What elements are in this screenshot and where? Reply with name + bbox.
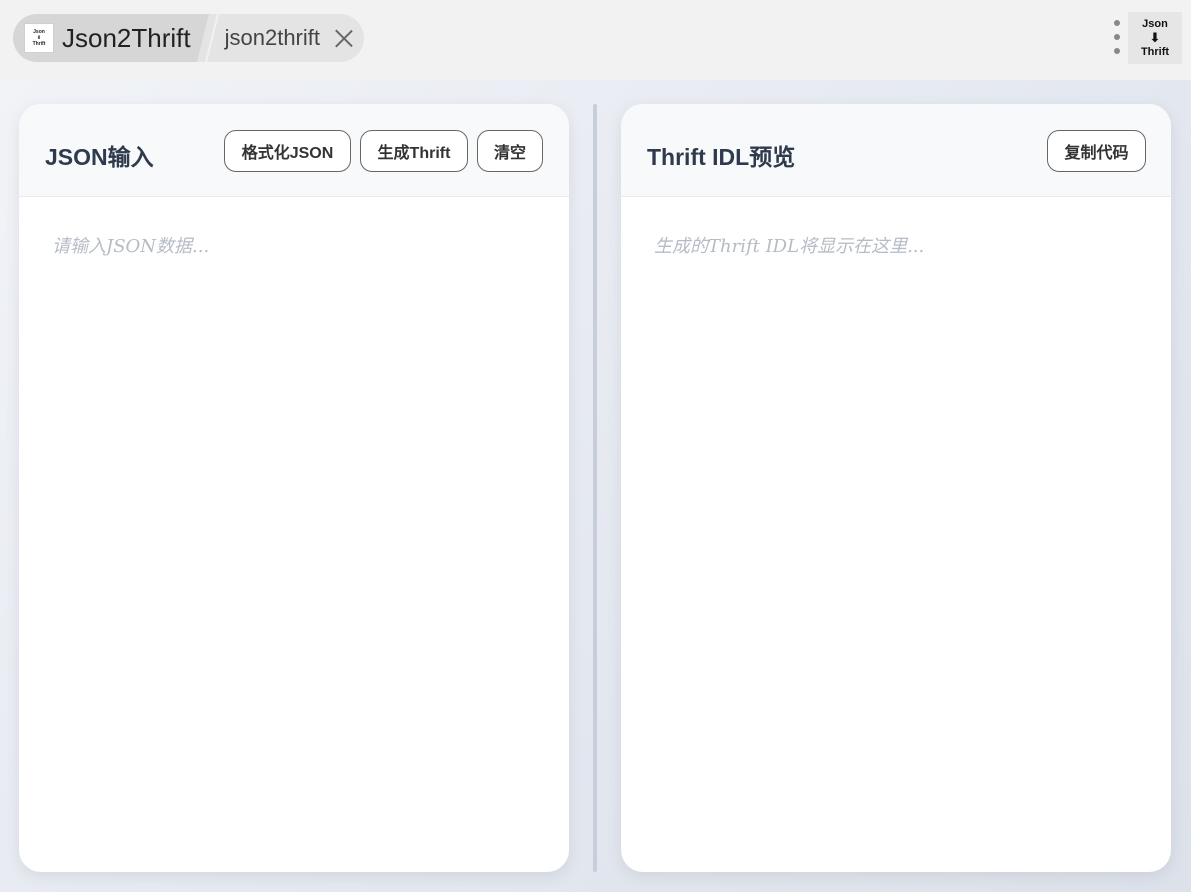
json-input-editor[interactable]: 请输入JSON数据...	[52, 232, 209, 258]
more-vertical-icon[interactable]	[1110, 20, 1124, 54]
close-icon[interactable]	[334, 28, 354, 48]
app-icon: Json ⬇ Thrift	[24, 23, 54, 53]
thrift-preview-output[interactable]: 生成的Thrift IDL将显示在这里...	[654, 232, 924, 258]
panel-header: JSON输入 格式化JSON 生成Thrift 清空	[19, 104, 569, 197]
arrow-down-icon: ⬇	[1149, 30, 1161, 45]
thrift-preview-panel: Thrift IDL预览 复制代码 生成的Thrift IDL将显示在这里...	[621, 104, 1171, 872]
json-input-panel: JSON输入 格式化JSON 生成Thrift 清空 请输入JSON数据...	[19, 104, 569, 872]
breadcrumb-app[interactable]: Json ⬇ Thrift Json2Thrift	[13, 14, 209, 62]
top-bar: Json ⬇ Thrift Json2Thrift json2thrift Js…	[0, 0, 1191, 80]
main-area: JSON输入 格式化JSON 生成Thrift 清空 请输入JSON数据... …	[0, 80, 1191, 892]
panel-header: Thrift IDL预览 复制代码	[621, 104, 1171, 197]
tab-label: json2thrift	[224, 25, 320, 50]
app-title: Json2Thrift	[62, 22, 191, 53]
copy-code-button[interactable]: 复制代码	[1047, 130, 1146, 172]
clear-button[interactable]: 清空	[477, 130, 543, 172]
extension-icon-text: Thrift	[1140, 46, 1170, 58]
extension-icon-text: Json	[1142, 18, 1168, 30]
extension-icon[interactable]: Json ⬇ Thrift	[1128, 12, 1182, 64]
panel-title: JSON输入	[45, 144, 154, 170]
panel-title: Thrift IDL预览	[647, 144, 796, 170]
generate-thrift-button[interactable]: 生成Thrift	[360, 130, 468, 172]
format-json-button[interactable]: 格式化JSON	[224, 130, 351, 172]
breadcrumb: Json ⬇ Thrift Json2Thrift json2thrift	[13, 14, 364, 62]
app-icon-line: Thrift	[32, 41, 46, 47]
breadcrumb-tab[interactable]: json2thrift	[225, 25, 354, 51]
panel-divider[interactable]	[593, 104, 597, 872]
